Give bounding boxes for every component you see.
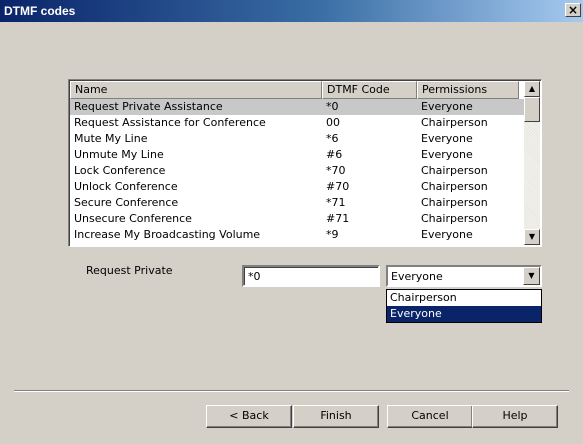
cell-name: Secure Conference (74, 196, 179, 209)
column-header-permissions[interactable]: Permissions (417, 81, 519, 99)
cell-name: Request Private Assistance (74, 100, 223, 113)
title-bar: DTMF codes × (0, 0, 583, 22)
cell-permissions: Everyone (421, 228, 473, 241)
separator (14, 390, 569, 392)
cell-dtmf-code: 00 (326, 116, 340, 129)
table-header: Name DTMF Code Permissions (70, 81, 526, 99)
permissions-dropdown-list: Chairperson Everyone (386, 289, 542, 323)
cell-dtmf-code: #70 (326, 180, 350, 193)
cell-permissions: Chairperson (421, 164, 488, 177)
cell-dtmf-code: *71 (326, 196, 346, 209)
dtmf-code-input[interactable]: *0 (242, 265, 380, 287)
permissions-option-chairperson[interactable]: Chairperson (387, 290, 541, 306)
back-button[interactable]: < Back (206, 405, 292, 428)
cell-dtmf-code: *70 (326, 164, 346, 177)
cell-name: Unsecure Conference (74, 212, 192, 225)
table-row[interactable]: Increase My Broadcasting Volume *9 Everyon… (70, 227, 526, 243)
table-row[interactable]: Mute My Line *6 Everyone (70, 131, 526, 147)
table-row[interactable]: Decrease My Broadcasting Volume#9Everyon… (70, 243, 526, 246)
permissions-option-everyone[interactable]: Everyone (387, 306, 541, 322)
table-row[interactable]: Unlock Conference #70 Chairperson (70, 179, 526, 195)
cell-permissions: Chairperson (421, 196, 488, 209)
cell-permissions: Everyone (417, 243, 519, 246)
column-header-dtmf-code[interactable]: DTMF Code (322, 81, 417, 99)
cell-name: Mute My Line (74, 132, 148, 145)
table-row[interactable]: Request Assistance for Conference 00 Chair… (70, 115, 526, 131)
finish-button[interactable]: Finish (293, 405, 379, 428)
cell-name: Decrease My Broadcasting Volume (70, 243, 322, 246)
table-row[interactable]: Lock Conference *70 Chairperson (70, 163, 526, 179)
permissions-select[interactable]: Everyone ▼ (386, 265, 542, 287)
cell-name: Request Assistance for Conference (74, 116, 266, 129)
table-rows: Request Private Assistance *0 Everyone Requ… (70, 99, 526, 246)
cell-name: Unlock Conference (74, 180, 178, 193)
cell-dtmf-code: #9 (322, 243, 417, 246)
cell-permissions: Chairperson (421, 212, 488, 225)
cell-permissions: Chairperson (421, 116, 488, 129)
cell-dtmf-code: #6 (326, 148, 343, 161)
cell-name: Unmute My Line (74, 148, 164, 161)
dtmf-codes-table[interactable]: Name DTMF Code Permissions Request Priva… (68, 79, 542, 247)
cell-permissions: Everyone (421, 148, 473, 161)
cell-permissions: Everyone (421, 132, 473, 145)
cell-name: Increase My Broadcasting Volume (74, 228, 261, 241)
window-title: DTMF codes (4, 4, 76, 18)
cell-permissions: Chairperson (421, 180, 488, 193)
column-header-name[interactable]: Name (70, 81, 322, 99)
permissions-selected-value: Everyone (391, 270, 443, 283)
scroll-down-icon[interactable]: ▼ (524, 229, 540, 245)
cancel-button[interactable]: Cancel (387, 405, 473, 428)
cell-dtmf-code: *0 (326, 100, 339, 113)
help-button[interactable]: Help (472, 405, 558, 428)
table-row[interactable]: Unmute My Line #6 Everyone (70, 147, 526, 163)
cell-name: Lock Conference (74, 164, 166, 177)
cell-dtmf-code: *6 (326, 132, 339, 145)
selected-function-label: Request Private (86, 264, 173, 277)
cell-dtmf-code: *9 (326, 228, 339, 241)
table-row[interactable]: Request Private Assistance *0 Everyone (70, 99, 526, 115)
table-row[interactable]: Unsecure Conference #71 Chairperson (70, 211, 526, 227)
scroll-up-icon[interactable]: ▲ (524, 81, 540, 97)
cell-permissions: Everyone (421, 100, 473, 113)
table-row[interactable]: Secure Conference *71 Chairperson (70, 195, 526, 211)
chevron-down-icon[interactable]: ▼ (523, 267, 540, 285)
scroll-thumb[interactable] (524, 97, 540, 122)
cell-dtmf-code: #71 (326, 212, 350, 225)
vertical-scrollbar[interactable]: ▲ ▼ (524, 81, 540, 245)
close-icon[interactable]: × (565, 3, 581, 17)
